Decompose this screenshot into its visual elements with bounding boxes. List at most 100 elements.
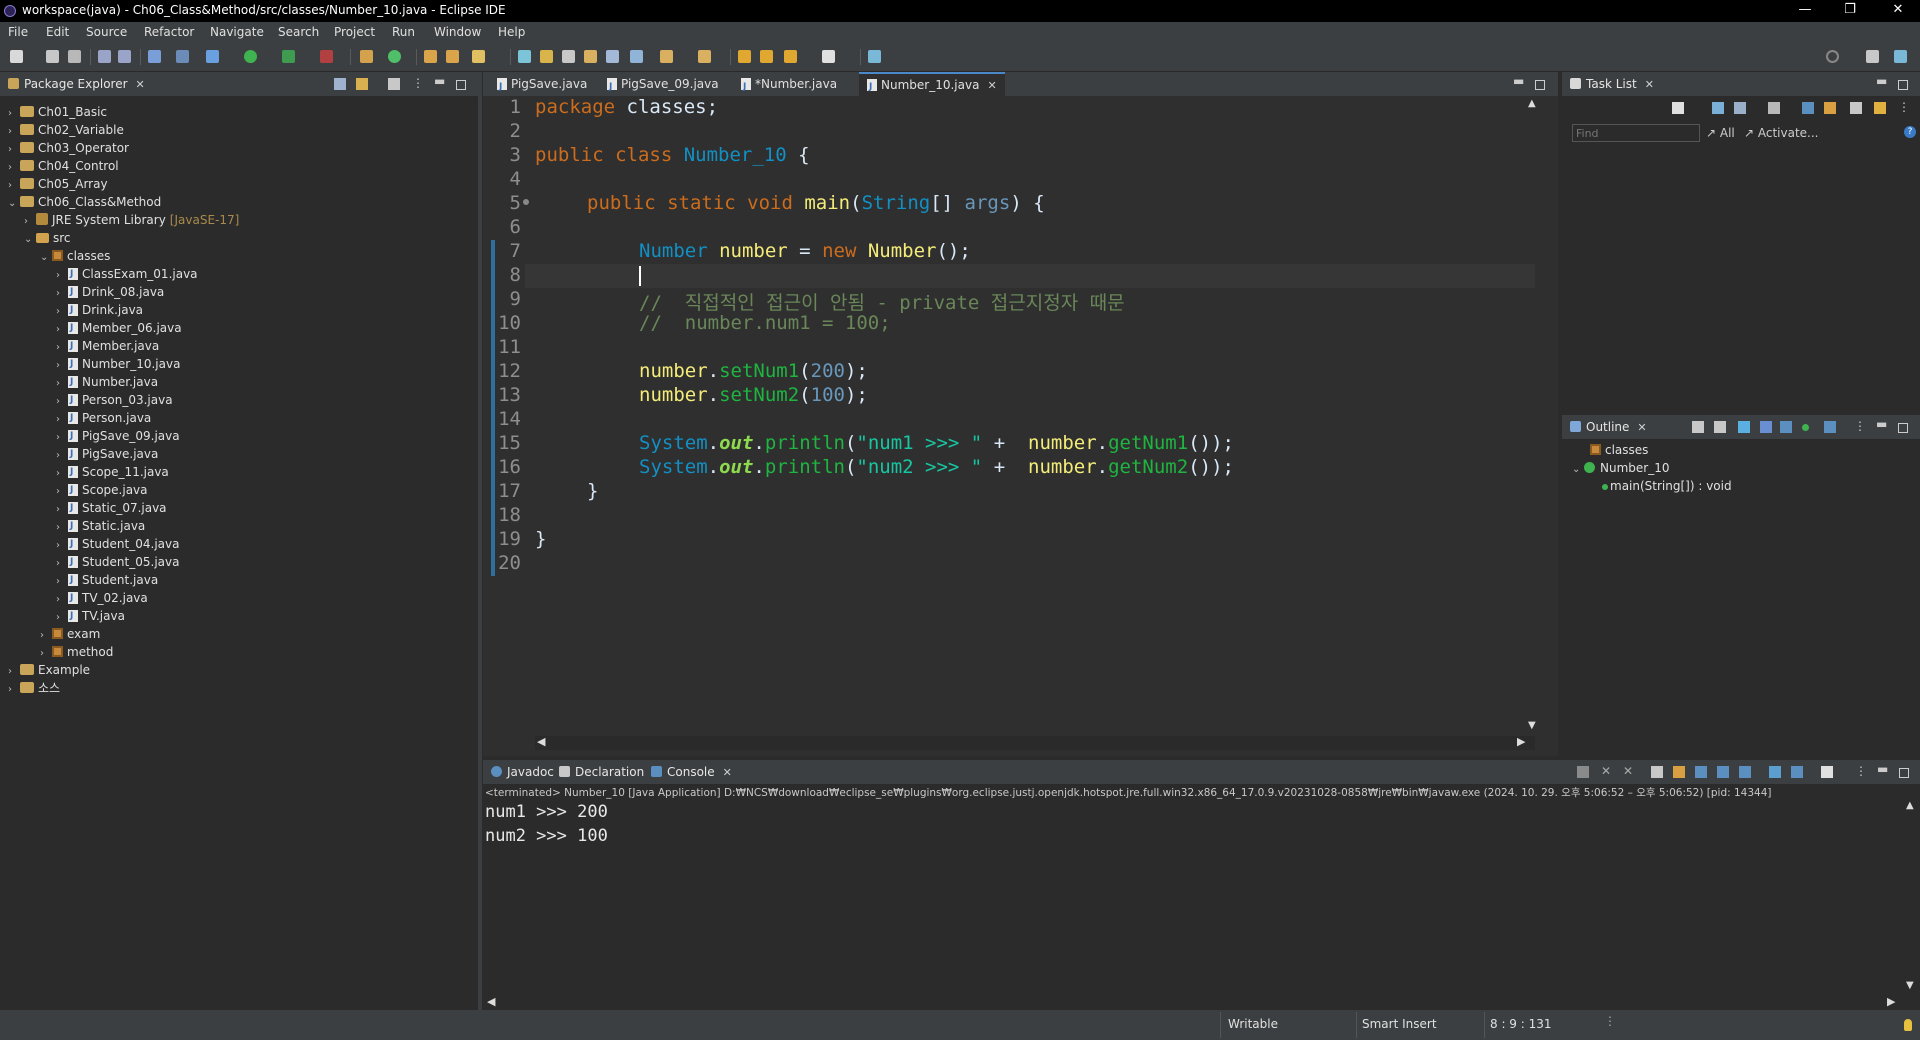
editor-vertical-scrollbar[interactable]: ▲ ▼: [1526, 96, 1540, 736]
menu-refactor[interactable]: Refactor: [144, 25, 194, 39]
restore-button[interactable]: ❐: [1830, 0, 1870, 22]
help-icon[interactable]: ?: [1904, 126, 1916, 138]
redo-icon[interactable]: [118, 50, 131, 63]
tree-item[interactable]: ›Number_10.java: [56, 355, 180, 373]
filter-icon[interactable]: [388, 78, 400, 90]
view-menu-icon[interactable]: ⋮: [1898, 100, 1910, 114]
tree-item[interactable]: ›Student.java: [56, 571, 158, 589]
tree-item[interactable]: ›Scope.java: [56, 481, 148, 499]
debug-icon[interactable]: [206, 50, 219, 63]
tree-item[interactable]: › method: [40, 643, 113, 661]
menu-edit[interactable]: Edit: [46, 25, 69, 39]
activate-link[interactable]: ↗ Activate...: [1744, 126, 1819, 140]
scroll-right-icon[interactable]: ▶: [1887, 995, 1895, 1008]
tree-item[interactable]: › JRE System Library [JavaSE-17]: [24, 211, 239, 229]
scroll-lock-icon[interactable]: [1673, 766, 1685, 778]
tree-item[interactable]: ›Drink_08.java: [56, 283, 164, 301]
open-console-icon[interactable]: [1821, 766, 1833, 778]
tree-item[interactable]: ›PigSave_09.java: [56, 427, 180, 445]
link-editor-icon[interactable]: [356, 78, 368, 90]
coverage-icon[interactable]: [282, 50, 295, 63]
clear-console-icon[interactable]: [1651, 766, 1663, 778]
tree-item[interactable]: ⌄ classes: [40, 247, 110, 265]
skip-breakpoints-icon[interactable]: [176, 50, 189, 63]
minimize-button[interactable]: —: [1785, 0, 1825, 22]
close-icon[interactable]: ✕: [136, 78, 145, 91]
tree-item[interactable]: ›Member_06.java: [56, 319, 182, 337]
sort-icon[interactable]: [1714, 421, 1726, 433]
menu-project[interactable]: Project: [334, 25, 375, 39]
tab-pigsave-09[interactable]: PigSave_09.java: [601, 72, 725, 99]
chevron-down-icon[interactable]: ⌄: [1572, 461, 1584, 479]
tree-item[interactable]: › 소스: [8, 679, 60, 697]
menu-window[interactable]: Window: [434, 25, 481, 39]
tree-item[interactable]: › Ch03_Operator: [8, 139, 129, 157]
close-icon[interactable]: ✕: [1637, 421, 1646, 434]
block-select-icon[interactable]: [562, 50, 575, 63]
status-menu-icon[interactable]: ⋮: [1604, 1014, 1616, 1028]
collapse-all-icon[interactable]: [1692, 421, 1704, 433]
pin-console-icon[interactable]: [1769, 766, 1781, 778]
console-horizontal-scrollbar[interactable]: ◀ ▶: [483, 995, 1903, 1010]
tree-item[interactable]: ⌄ src: [24, 229, 71, 247]
outline-item-method[interactable]: main(String[]) : void: [1602, 477, 1732, 495]
run-icon[interactable]: [244, 50, 257, 63]
java-perspective-icon[interactable]: [1894, 50, 1907, 63]
minimize-view-icon[interactable]: ▬: [1876, 74, 1888, 88]
all-filter-link[interactable]: ↗ All: [1706, 126, 1735, 140]
link-editor-icon[interactable]: [1824, 421, 1836, 433]
tree-item[interactable]: ›PigSave.java: [56, 445, 158, 463]
lightbulb-icon[interactable]: [1904, 1019, 1912, 1031]
menu-navigate[interactable]: Navigate: [210, 25, 264, 39]
forward-edit-icon[interactable]: [760, 50, 773, 63]
close-window-button[interactable]: ✕: [1878, 0, 1918, 22]
scroll-up-icon[interactable]: ▲: [1906, 800, 1914, 811]
search-icon[interactable]: [1826, 50, 1839, 63]
search-tool-icon[interactable]: [472, 50, 485, 63]
new-icon[interactable]: [10, 50, 23, 63]
tab-number[interactable]: *Number.java: [735, 72, 843, 99]
hide-fields-icon[interactable]: [1738, 421, 1750, 433]
hide-static-icon[interactable]: [1760, 421, 1772, 433]
external-tools-icon[interactable]: [320, 50, 333, 63]
show-stderr-icon[interactable]: [1739, 766, 1751, 778]
save-icon[interactable]: [46, 50, 59, 63]
chevron-down-icon[interactable]: ⌄: [40, 249, 52, 267]
tab-number-10[interactable]: Number_10.java✕: [859, 72, 1005, 98]
minimize-editor-icon[interactable]: ▬: [1513, 74, 1525, 88]
maximize-view-icon[interactable]: [456, 80, 466, 90]
open-task-icon[interactable]: [446, 50, 459, 63]
scroll-down-icon[interactable]: ▼: [1906, 980, 1914, 991]
tree-item[interactable]: ›TV.java: [56, 607, 125, 625]
scroll-left-icon[interactable]: ◀: [537, 735, 545, 748]
tree-item[interactable]: › exam: [40, 625, 100, 643]
tree-item[interactable]: ⌄ Ch06_Class&Method: [8, 193, 161, 211]
maximize-view-icon[interactable]: [1899, 768, 1909, 778]
tree-item[interactable]: ›TV_02.java: [56, 589, 148, 607]
new-java-project-icon[interactable]: [360, 50, 373, 63]
outline-item-package[interactable]: classes: [1590, 441, 1648, 459]
tree-item[interactable]: › Ch02_Variable: [8, 121, 124, 139]
toggle-mark-icon[interactable]: [518, 50, 531, 63]
categorized-icon[interactable]: [1712, 102, 1724, 114]
tree-item[interactable]: › Ch05_Array: [8, 175, 108, 193]
tree-item[interactable]: ›Drink.java: [56, 301, 143, 319]
tab-declaration[interactable]: Declaration: [559, 765, 644, 779]
tab-pigsave[interactable]: PigSave.java: [491, 72, 593, 99]
display-console-icon[interactable]: [1791, 766, 1803, 778]
prev-annotation-icon[interactable]: [698, 50, 711, 63]
tree-item[interactable]: ›Static.java: [56, 517, 145, 535]
tree-item[interactable]: ›Student_05.java: [56, 553, 179, 571]
filter-completed-icon[interactable]: [1768, 102, 1780, 114]
menu-search[interactable]: Search: [278, 25, 319, 39]
menu-source[interactable]: Source: [86, 25, 127, 39]
save-all-icon[interactable]: [68, 50, 81, 63]
new-task-icon[interactable]: [1672, 102, 1684, 114]
tab-task-list[interactable]: Task List ✕: [1570, 77, 1654, 91]
open-type-icon[interactable]: [424, 50, 437, 63]
hide-nonpublic-icon[interactable]: [1780, 421, 1792, 433]
tree-item[interactable]: ›Person.java: [56, 409, 151, 427]
show-whitespace-icon[interactable]: [606, 50, 619, 63]
scroll-left-icon[interactable]: ◀: [487, 995, 495, 1008]
tree-item[interactable]: › Ch01_Basic: [8, 103, 107, 121]
